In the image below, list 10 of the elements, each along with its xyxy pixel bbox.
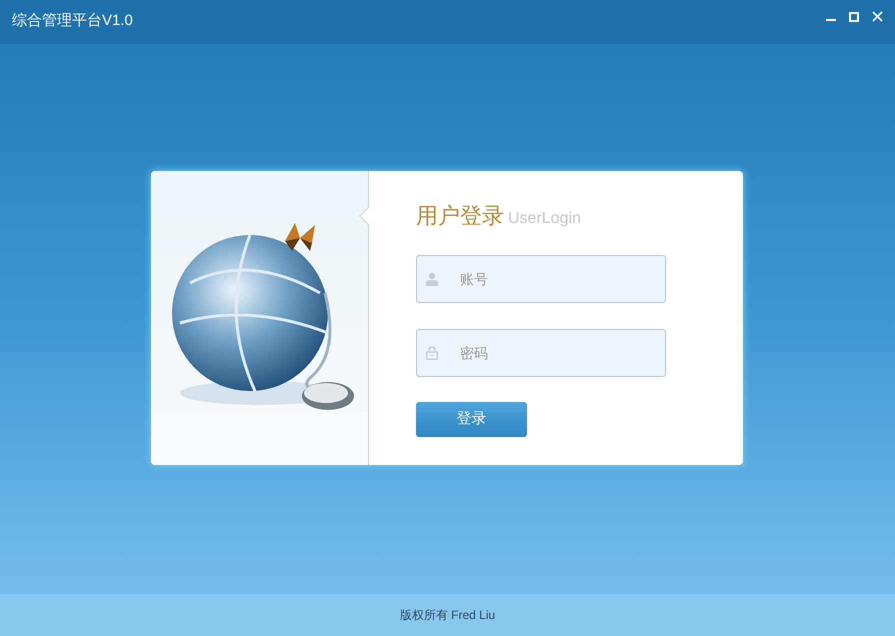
- maximize-icon[interactable]: [849, 12, 859, 22]
- window-title: 综合管理平台V1.0: [12, 11, 133, 31]
- password-field[interactable]: 密码: [416, 329, 666, 377]
- login-button[interactable]: 登录: [416, 402, 527, 437]
- login-title: 用户登录: [416, 202, 504, 230]
- close-icon[interactable]: [872, 11, 883, 22]
- account-field[interactable]: 账号: [416, 255, 666, 303]
- user-icon: [426, 272, 438, 286]
- copyright-text: 版权所有 Fred Liu: [400, 607, 496, 624]
- lock-icon: [426, 346, 438, 360]
